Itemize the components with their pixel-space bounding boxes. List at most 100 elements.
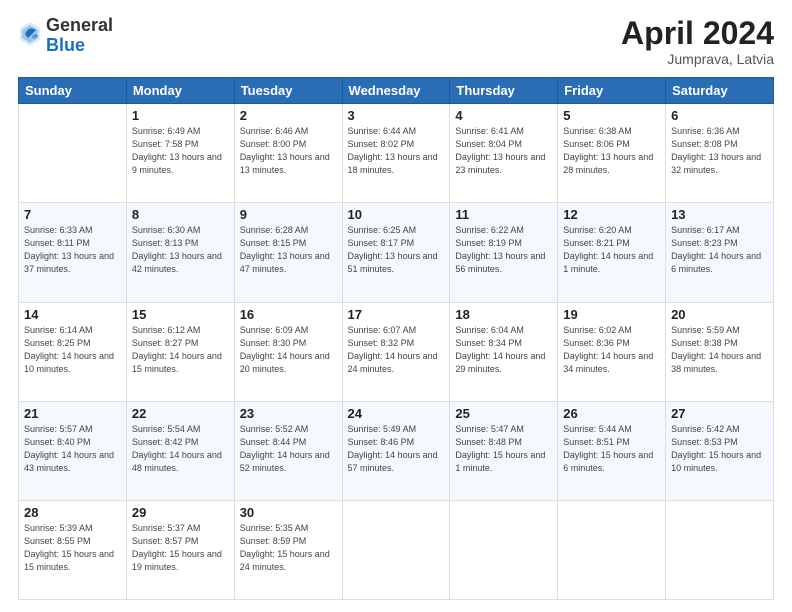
location-subtitle: Jumprava, Latvia <box>621 51 774 67</box>
calendar-day-cell: 23 Sunrise: 5:52 AMSunset: 8:44 PMDaylig… <box>234 401 342 500</box>
day-info: Sunrise: 6:28 AMSunset: 8:15 PMDaylight:… <box>240 224 337 276</box>
logo-text: General Blue <box>46 16 113 56</box>
day-info: Sunrise: 6:49 AMSunset: 7:58 PMDaylight:… <box>132 125 229 177</box>
day-number: 25 <box>455 406 552 421</box>
day-info: Sunrise: 6:38 AMSunset: 8:06 PMDaylight:… <box>563 125 660 177</box>
calendar-day-cell: 18 Sunrise: 6:04 AMSunset: 8:34 PMDaylig… <box>450 302 558 401</box>
col-tuesday: Tuesday <box>234 78 342 104</box>
day-number: 8 <box>132 207 229 222</box>
calendar-week-row: 7 Sunrise: 6:33 AMSunset: 8:11 PMDayligh… <box>19 203 774 302</box>
day-number: 19 <box>563 307 660 322</box>
day-info: Sunrise: 5:54 AMSunset: 8:42 PMDaylight:… <box>132 423 229 475</box>
day-number: 24 <box>348 406 445 421</box>
day-info: Sunrise: 6:02 AMSunset: 8:36 PMDaylight:… <box>563 324 660 376</box>
day-number: 20 <box>671 307 768 322</box>
day-number: 4 <box>455 108 552 123</box>
page: General Blue April 2024 Jumprava, Latvia… <box>0 0 792 612</box>
day-info: Sunrise: 6:22 AMSunset: 8:19 PMDaylight:… <box>455 224 552 276</box>
calendar-day-cell: 16 Sunrise: 6:09 AMSunset: 8:30 PMDaylig… <box>234 302 342 401</box>
day-info: Sunrise: 6:12 AMSunset: 8:27 PMDaylight:… <box>132 324 229 376</box>
logo-icon <box>18 20 42 48</box>
day-number: 22 <box>132 406 229 421</box>
day-number: 6 <box>671 108 768 123</box>
calendar-day-cell: 5 Sunrise: 6:38 AMSunset: 8:06 PMDayligh… <box>558 104 666 203</box>
day-info: Sunrise: 6:41 AMSunset: 8:04 PMDaylight:… <box>455 125 552 177</box>
calendar-day-cell: 4 Sunrise: 6:41 AMSunset: 8:04 PMDayligh… <box>450 104 558 203</box>
calendar-day-cell <box>558 500 666 599</box>
calendar-day-cell: 19 Sunrise: 6:02 AMSunset: 8:36 PMDaylig… <box>558 302 666 401</box>
day-info: Sunrise: 6:07 AMSunset: 8:32 PMDaylight:… <box>348 324 445 376</box>
calendar-day-cell: 1 Sunrise: 6:49 AMSunset: 7:58 PMDayligh… <box>126 104 234 203</box>
calendar-day-cell: 28 Sunrise: 5:39 AMSunset: 8:55 PMDaylig… <box>19 500 127 599</box>
calendar-day-cell <box>450 500 558 599</box>
month-title: April 2024 <box>621 16 774 51</box>
calendar-day-cell: 3 Sunrise: 6:44 AMSunset: 8:02 PMDayligh… <box>342 104 450 203</box>
calendar-day-cell: 2 Sunrise: 6:46 AMSunset: 8:00 PMDayligh… <box>234 104 342 203</box>
col-saturday: Saturday <box>666 78 774 104</box>
calendar-day-cell <box>19 104 127 203</box>
day-info: Sunrise: 6:14 AMSunset: 8:25 PMDaylight:… <box>24 324 121 376</box>
day-info: Sunrise: 6:20 AMSunset: 8:21 PMDaylight:… <box>563 224 660 276</box>
day-info: Sunrise: 6:17 AMSunset: 8:23 PMDaylight:… <box>671 224 768 276</box>
day-info: Sunrise: 6:25 AMSunset: 8:17 PMDaylight:… <box>348 224 445 276</box>
day-number: 14 <box>24 307 121 322</box>
calendar-day-cell: 22 Sunrise: 5:54 AMSunset: 8:42 PMDaylig… <box>126 401 234 500</box>
day-number: 2 <box>240 108 337 123</box>
day-number: 7 <box>24 207 121 222</box>
day-number: 18 <box>455 307 552 322</box>
logo-blue-text: Blue <box>46 36 113 56</box>
day-info: Sunrise: 5:47 AMSunset: 8:48 PMDaylight:… <box>455 423 552 475</box>
day-info: Sunrise: 5:49 AMSunset: 8:46 PMDaylight:… <box>348 423 445 475</box>
calendar-table: Sunday Monday Tuesday Wednesday Thursday… <box>18 77 774 600</box>
calendar-day-cell: 26 Sunrise: 5:44 AMSunset: 8:51 PMDaylig… <box>558 401 666 500</box>
day-info: Sunrise: 6:04 AMSunset: 8:34 PMDaylight:… <box>455 324 552 376</box>
day-number: 3 <box>348 108 445 123</box>
calendar-day-cell: 27 Sunrise: 5:42 AMSunset: 8:53 PMDaylig… <box>666 401 774 500</box>
header: General Blue April 2024 Jumprava, Latvia <box>18 16 774 67</box>
day-info: Sunrise: 5:57 AMSunset: 8:40 PMDaylight:… <box>24 423 121 475</box>
calendar-week-row: 1 Sunrise: 6:49 AMSunset: 7:58 PMDayligh… <box>19 104 774 203</box>
day-info: Sunrise: 5:52 AMSunset: 8:44 PMDaylight:… <box>240 423 337 475</box>
calendar-day-cell: 24 Sunrise: 5:49 AMSunset: 8:46 PMDaylig… <box>342 401 450 500</box>
calendar-day-cell: 7 Sunrise: 6:33 AMSunset: 8:11 PMDayligh… <box>19 203 127 302</box>
calendar-day-cell: 30 Sunrise: 5:35 AMSunset: 8:59 PMDaylig… <box>234 500 342 599</box>
day-info: Sunrise: 5:59 AMSunset: 8:38 PMDaylight:… <box>671 324 768 376</box>
day-number: 21 <box>24 406 121 421</box>
day-info: Sunrise: 5:42 AMSunset: 8:53 PMDaylight:… <box>671 423 768 475</box>
col-sunday: Sunday <box>19 78 127 104</box>
calendar-day-cell: 21 Sunrise: 5:57 AMSunset: 8:40 PMDaylig… <box>19 401 127 500</box>
col-thursday: Thursday <box>450 78 558 104</box>
calendar-day-cell: 29 Sunrise: 5:37 AMSunset: 8:57 PMDaylig… <box>126 500 234 599</box>
day-info: Sunrise: 6:46 AMSunset: 8:00 PMDaylight:… <box>240 125 337 177</box>
day-number: 1 <box>132 108 229 123</box>
day-number: 9 <box>240 207 337 222</box>
day-info: Sunrise: 6:09 AMSunset: 8:30 PMDaylight:… <box>240 324 337 376</box>
calendar-week-row: 28 Sunrise: 5:39 AMSunset: 8:55 PMDaylig… <box>19 500 774 599</box>
day-info: Sunrise: 6:44 AMSunset: 8:02 PMDaylight:… <box>348 125 445 177</box>
col-monday: Monday <box>126 78 234 104</box>
day-number: 29 <box>132 505 229 520</box>
day-info: Sunrise: 6:36 AMSunset: 8:08 PMDaylight:… <box>671 125 768 177</box>
day-number: 26 <box>563 406 660 421</box>
title-block: April 2024 Jumprava, Latvia <box>621 16 774 67</box>
day-info: Sunrise: 5:35 AMSunset: 8:59 PMDaylight:… <box>240 522 337 574</box>
calendar-day-cell: 20 Sunrise: 5:59 AMSunset: 8:38 PMDaylig… <box>666 302 774 401</box>
day-number: 23 <box>240 406 337 421</box>
day-info: Sunrise: 6:30 AMSunset: 8:13 PMDaylight:… <box>132 224 229 276</box>
calendar-day-cell: 9 Sunrise: 6:28 AMSunset: 8:15 PMDayligh… <box>234 203 342 302</box>
day-info: Sunrise: 5:37 AMSunset: 8:57 PMDaylight:… <box>132 522 229 574</box>
calendar-day-cell <box>666 500 774 599</box>
day-number: 5 <box>563 108 660 123</box>
day-number: 30 <box>240 505 337 520</box>
day-number: 10 <box>348 207 445 222</box>
day-number: 28 <box>24 505 121 520</box>
day-number: 27 <box>671 406 768 421</box>
calendar-week-row: 21 Sunrise: 5:57 AMSunset: 8:40 PMDaylig… <box>19 401 774 500</box>
day-number: 17 <box>348 307 445 322</box>
calendar-day-cell: 6 Sunrise: 6:36 AMSunset: 8:08 PMDayligh… <box>666 104 774 203</box>
day-info: Sunrise: 6:33 AMSunset: 8:11 PMDaylight:… <box>24 224 121 276</box>
day-number: 16 <box>240 307 337 322</box>
logo: General Blue <box>18 16 113 56</box>
calendar-day-cell: 25 Sunrise: 5:47 AMSunset: 8:48 PMDaylig… <box>450 401 558 500</box>
logo-general-text: General <box>46 16 113 36</box>
